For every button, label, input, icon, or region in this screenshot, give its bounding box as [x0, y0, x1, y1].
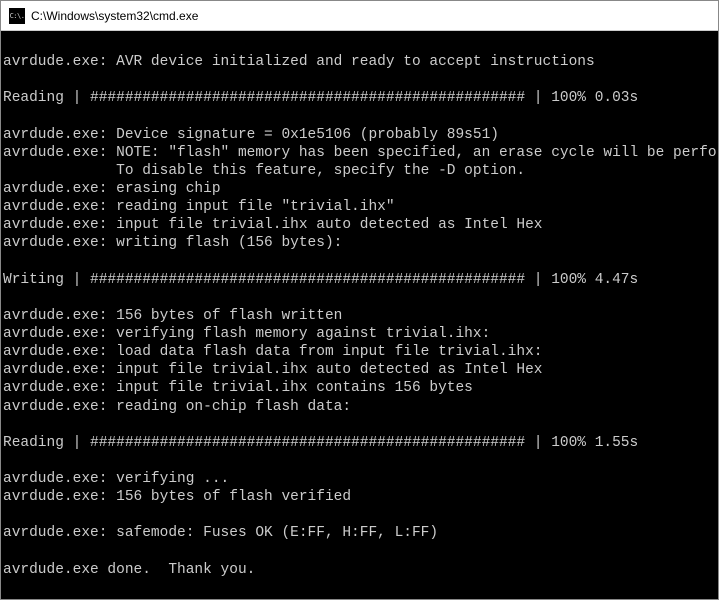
terminal-line: Reading | ##############################… [3, 434, 716, 452]
terminal-line [3, 416, 716, 434]
terminal-output[interactable]: avrdude.exe: AVR device initialized and … [1, 31, 718, 599]
terminal-line [3, 108, 716, 126]
terminal-line: avrdude.exe: input file trivial.ihx cont… [3, 379, 716, 397]
terminal-line: avrdude.exe: AVR device initialized and … [3, 53, 716, 71]
terminal-line: avrdude.exe: NOTE: "flash" memory has be… [3, 144, 716, 162]
terminal-line [3, 253, 716, 271]
terminal-line: avrdude.exe: verifying ... [3, 470, 716, 488]
terminal-line [3, 71, 716, 89]
terminal-line: avrdude.exe: reading input file "trivial… [3, 198, 716, 216]
terminal-line: avrdude.exe: safemode: Fuses OK (E:FF, H… [3, 524, 716, 542]
terminal-line [3, 543, 716, 561]
cmd-icon: C:\. [9, 8, 25, 24]
terminal-line: Writing | ##############################… [3, 271, 716, 289]
terminal-line: avrdude.exe: input file trivial.ihx auto… [3, 216, 716, 234]
terminal-line [3, 506, 716, 524]
terminal-line: avrdude.exe: 156 bytes of flash verified [3, 488, 716, 506]
terminal-line [3, 289, 716, 307]
terminal-line: avrdude.exe: writing flash (156 bytes): [3, 234, 716, 252]
terminal-line: avrdude.exe: input file trivial.ihx auto… [3, 361, 716, 379]
terminal-line: avrdude.exe: load data flash data from i… [3, 343, 716, 361]
terminal-line: To disable this feature, specify the -D … [3, 162, 716, 180]
window-title: C:\Windows\system32\cmd.exe [31, 9, 198, 23]
terminal-line: avrdude.exe: verifying flash memory agai… [3, 325, 716, 343]
terminal-line: Reading | ##############################… [3, 89, 716, 107]
terminal-line: avrdude.exe: Device signature = 0x1e5106… [3, 126, 716, 144]
terminal-line: avrdude.exe: erasing chip [3, 180, 716, 198]
terminal-line: avrdude.exe done. Thank you. [3, 561, 716, 579]
terminal-line [3, 35, 716, 53]
titlebar[interactable]: C:\. C:\Windows\system32\cmd.exe [1, 1, 718, 31]
terminal-line: avrdude.exe: reading on-chip flash data: [3, 398, 716, 416]
terminal-line [3, 452, 716, 470]
terminal-line: avrdude.exe: 156 bytes of flash written [3, 307, 716, 325]
cmd-window: C:\. C:\Windows\system32\cmd.exe avrdude… [0, 0, 719, 600]
